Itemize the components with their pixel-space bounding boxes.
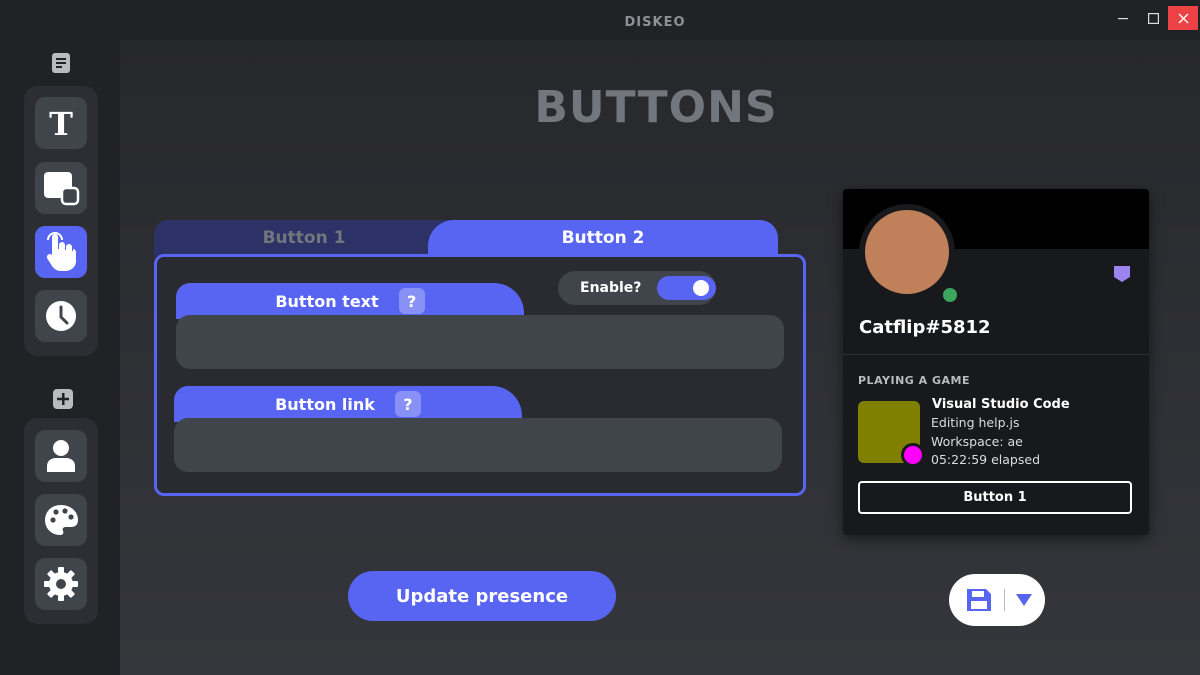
nav-group-settings <box>24 418 98 624</box>
app-title: DISKEO <box>624 15 686 30</box>
enable-toggle-group: Enable? <box>558 271 716 305</box>
nav-images-button[interactable] <box>35 162 87 214</box>
activity-name: Visual Studio Code <box>932 397 1070 412</box>
clock-icon <box>46 301 76 331</box>
button-text-help-icon[interactable]: ? <box>398 288 425 314</box>
save-separator <box>1004 589 1005 611</box>
gear-icon <box>44 567 78 601</box>
card-divider <box>843 354 1149 355</box>
nav-timestamps-button[interactable] <box>35 290 87 342</box>
button-text-label-tab: Button text ? <box>176 283 524 319</box>
avatar-frame <box>859 204 965 310</box>
text-document-icon[interactable] <box>50 52 72 74</box>
activity-details: Editing help.js <box>931 415 1020 430</box>
toggle-knob <box>693 280 709 296</box>
button-link-label: Button link <box>275 394 375 414</box>
nav-theme-button[interactable] <box>35 494 87 546</box>
nav-buttons-button[interactable] <box>35 226 87 278</box>
profile-username: Catflip#5812 <box>859 317 991 338</box>
images-icon <box>44 172 80 206</box>
enable-toggle[interactable] <box>657 276 716 300</box>
close-button[interactable] <box>1168 6 1198 30</box>
close-icon <box>1178 13 1188 23</box>
online-status-icon <box>943 288 957 302</box>
button-link-input[interactable] <box>174 418 782 472</box>
sidebar: T <box>0 0 120 675</box>
activity-state: Workspace: ae <box>931 434 1023 449</box>
small-image <box>901 443 925 467</box>
button-link-label-tab: Button link ? <box>174 386 522 422</box>
activity-heading: PLAYING A GAME <box>858 374 970 387</box>
profile-preview-card: Catflip#5812 PLAYING A GAME Visual Studi… <box>843 189 1149 535</box>
status-indicator <box>935 280 965 310</box>
nitro-badge-icon <box>1114 266 1130 282</box>
text-format-icon: T <box>49 107 73 139</box>
activity-elapsed: 05:22:59 elapsed <box>931 452 1041 467</box>
plus-icon[interactable] <box>52 388 74 410</box>
button-link-help-icon[interactable]: ? <box>394 391 421 417</box>
button-text-label: Button text <box>275 291 379 311</box>
pointer-hand-icon <box>46 232 76 271</box>
minimize-button[interactable] <box>1108 6 1138 30</box>
svg-text:T: T <box>49 107 73 139</box>
save-controls <box>949 574 1045 626</box>
nav-settings-button[interactable] <box>35 558 87 610</box>
preview-button-1[interactable]: Button 1 <box>858 481 1132 514</box>
page-title: BUTTONS <box>534 82 778 133</box>
update-presence-button[interactable]: Update presence <box>348 571 616 621</box>
avatar <box>865 210 949 294</box>
tab-button-2[interactable]: Button 2 <box>428 220 778 256</box>
tab-button-1[interactable]: Button 1 <box>154 220 454 256</box>
nav-text-button[interactable]: T <box>35 97 87 149</box>
dropdown-arrow-icon[interactable] <box>1015 593 1033 607</box>
nav-profile-button[interactable] <box>35 430 87 482</box>
enable-label: Enable? <box>580 280 642 296</box>
maximize-button[interactable] <box>1138 6 1168 30</box>
save-icon[interactable] <box>965 587 993 613</box>
nav-group-content: T <box>24 86 98 356</box>
minimize-icon <box>1118 18 1128 20</box>
maximize-icon <box>1147 12 1159 24</box>
user-icon <box>47 440 75 472</box>
button-text-input[interactable] <box>176 315 784 369</box>
palette-icon <box>45 505 78 535</box>
